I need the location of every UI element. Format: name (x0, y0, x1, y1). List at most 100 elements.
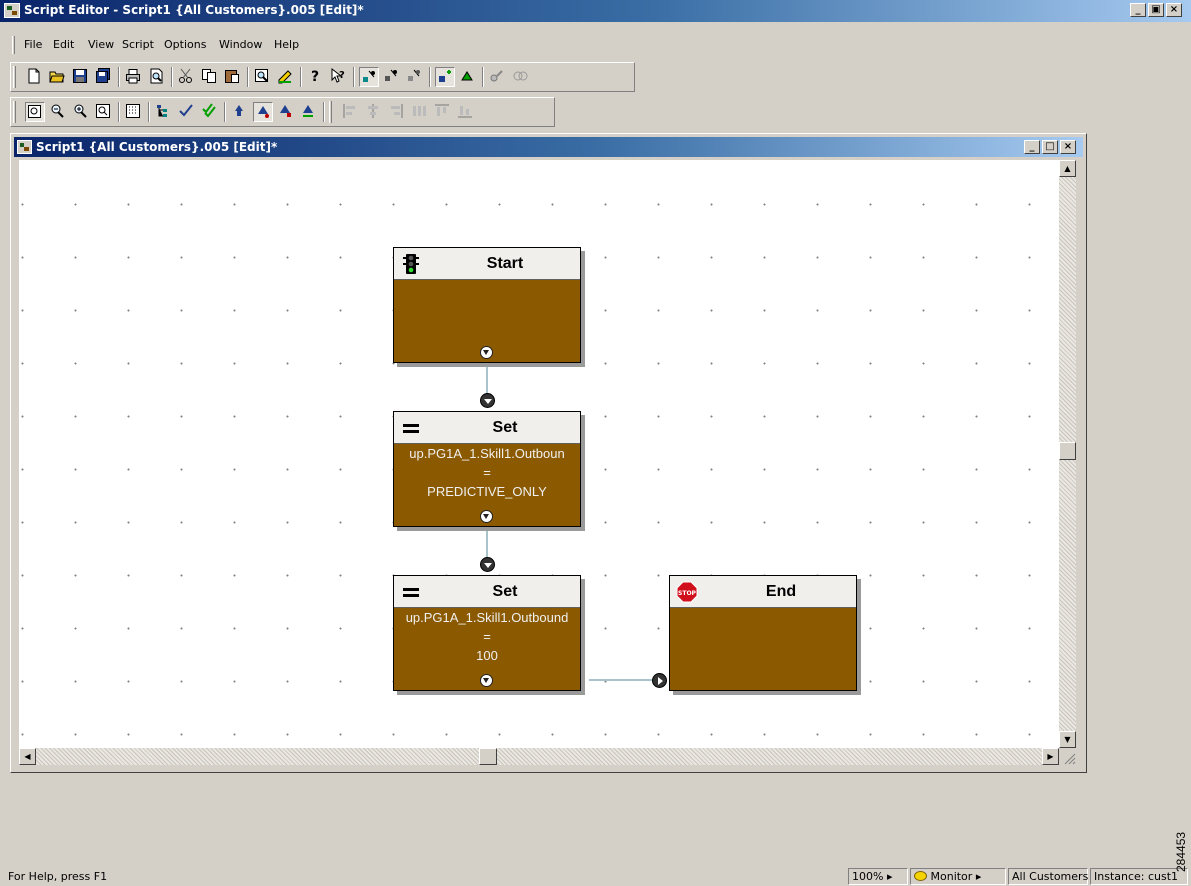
print-icon[interactable] (124, 67, 144, 87)
scroll-left-button[interactable]: ◀ (19, 748, 36, 765)
set1-input-port[interactable] (480, 393, 495, 408)
target-icon[interactable] (253, 102, 273, 122)
customer-panel: All Customers (1008, 868, 1088, 885)
app-icon[interactable] (4, 3, 20, 18)
menu-edit[interactable]: Edit (53, 38, 74, 51)
browse-icon[interactable] (382, 67, 402, 87)
traffic-light-icon (403, 254, 419, 274)
new-icon[interactable] (25, 67, 45, 87)
tree-icon[interactable] (154, 102, 174, 122)
end-input-port[interactable] (652, 673, 667, 688)
monitor-status-icon (914, 871, 927, 881)
properties-icon[interactable] (276, 67, 296, 87)
zoom-fit-icon[interactable] (25, 102, 45, 122)
align-center-icon[interactable] (364, 102, 384, 122)
menu-window[interactable]: Window (219, 38, 262, 51)
space-horizontal-icon[interactable] (410, 102, 430, 122)
align-bottom-icon[interactable] (456, 102, 476, 122)
menu-help[interactable]: Help (274, 38, 299, 51)
align-top-icon[interactable] (433, 102, 453, 122)
toolbar-separator (148, 102, 150, 122)
scroll-up-button[interactable]: ▲ (1059, 160, 1076, 177)
mode-panel[interactable]: Monitor ▸ (910, 868, 1006, 885)
horizontal-scrollbar[interactable]: ◀ ▶ (19, 748, 1059, 765)
zoom-in-icon[interactable] (71, 102, 91, 122)
edit-mode-icon[interactable] (435, 67, 455, 87)
set2-value: 100 (476, 648, 498, 663)
save-icon[interactable] (71, 67, 91, 87)
toolbar-grip[interactable] (13, 101, 16, 123)
set1-value: PREDICTIVE_ONLY (427, 484, 547, 499)
horizontal-scroll-thumb[interactable] (479, 748, 497, 765)
set2-node-title: Set (492, 583, 518, 600)
minimize-button[interactable]: _ (1130, 3, 1146, 17)
cut-icon[interactable] (177, 67, 197, 87)
scroll-right-button[interactable]: ▶ (1042, 748, 1059, 765)
select-icon[interactable] (359, 67, 379, 87)
zoom-out-icon[interactable] (48, 102, 68, 122)
save-all-icon[interactable] (94, 67, 114, 87)
quick-edit-icon[interactable] (405, 67, 425, 87)
start-node[interactable]: Start (393, 247, 581, 363)
vertical-scroll-thumb[interactable] (1059, 442, 1076, 460)
document-title-bar: Script1 {All Customers}.005 [Edit]* _ □ … (14, 137, 1083, 157)
script-canvas[interactable]: Start Set up.PG1A_1.Skill1.Outboun = PRE… (19, 160, 1059, 748)
set2-output-port[interactable] (480, 674, 493, 687)
align-left-icon[interactable] (341, 102, 361, 122)
vertical-scrollbar[interactable]: ▲ ▼ (1059, 160, 1076, 748)
set1-operator: = (483, 465, 491, 480)
set1-output-port[interactable] (480, 510, 493, 523)
size-grip[interactable] (1059, 748, 1076, 765)
monitor-icon[interactable] (458, 67, 478, 87)
start-output-port[interactable] (480, 346, 493, 359)
close-button[interactable]: × (1166, 3, 1182, 17)
context-help-icon[interactable]: ? (329, 67, 349, 87)
disconnect-icon[interactable] (511, 67, 531, 87)
validate-all-icon[interactable] (200, 102, 220, 122)
find-icon[interactable] (253, 67, 273, 87)
toolbar-grip[interactable] (13, 66, 16, 88)
toolbar-separator (224, 102, 226, 122)
menu-file[interactable]: File (24, 38, 42, 51)
set-node-1[interactable]: Set up.PG1A_1.Skill1.Outboun = PREDICTIV… (393, 411, 581, 527)
connect-icon[interactable] (488, 67, 508, 87)
toolbar-separator (323, 102, 325, 122)
menu-options[interactable]: Options (164, 38, 206, 51)
queue-icon[interactable] (299, 102, 319, 122)
figure-id: 284453 (1174, 831, 1188, 872)
validate-icon[interactable] (177, 102, 197, 122)
menu-script[interactable]: Script (122, 38, 154, 51)
menu-view[interactable]: View (88, 38, 114, 51)
set2-input-port[interactable] (480, 557, 495, 572)
print-preview-icon[interactable] (147, 67, 167, 87)
maximize-button[interactable]: ▣ (1148, 3, 1164, 17)
toolbar-separator (171, 67, 173, 87)
set-node-2[interactable]: Set up.PG1A_1.Skill1.Outbound = 100 (393, 575, 581, 691)
mode-label: Monitor (930, 870, 973, 883)
end-node-header: STOP End (670, 576, 856, 608)
set1-node-header: Set (394, 412, 580, 444)
app-title: Script Editor - Script1 {All Customers}.… (24, 3, 364, 17)
end-node[interactable]: STOP End (669, 575, 857, 691)
document-icon[interactable] (17, 140, 32, 154)
open-icon[interactable] (48, 67, 68, 87)
scroll-down-button[interactable]: ▼ (1059, 731, 1076, 748)
toolbar-separator (300, 67, 302, 87)
paste-icon[interactable] (223, 67, 243, 87)
document-close-button[interactable]: × (1060, 140, 1076, 154)
route-icon[interactable] (230, 102, 250, 122)
menu-grip[interactable] (12, 36, 15, 54)
svg-text:?: ? (311, 69, 319, 84)
align-right-icon[interactable] (387, 102, 407, 122)
copy-icon[interactable] (200, 67, 220, 87)
zoom-window-icon[interactable] (94, 102, 114, 122)
help-icon[interactable]: ? (306, 67, 326, 87)
toolbar-separator (118, 102, 120, 122)
toolbar-grip[interactable] (329, 101, 332, 123)
document-maximize-button[interactable]: □ (1042, 140, 1058, 154)
select-target-icon[interactable] (276, 102, 296, 122)
instance-label: Instance: cust1 (1094, 870, 1179, 883)
grid-icon[interactable] (124, 102, 144, 122)
zoom-panel[interactable]: 100% ▸ (848, 868, 908, 885)
document-minimize-button[interactable]: _ (1024, 140, 1040, 154)
